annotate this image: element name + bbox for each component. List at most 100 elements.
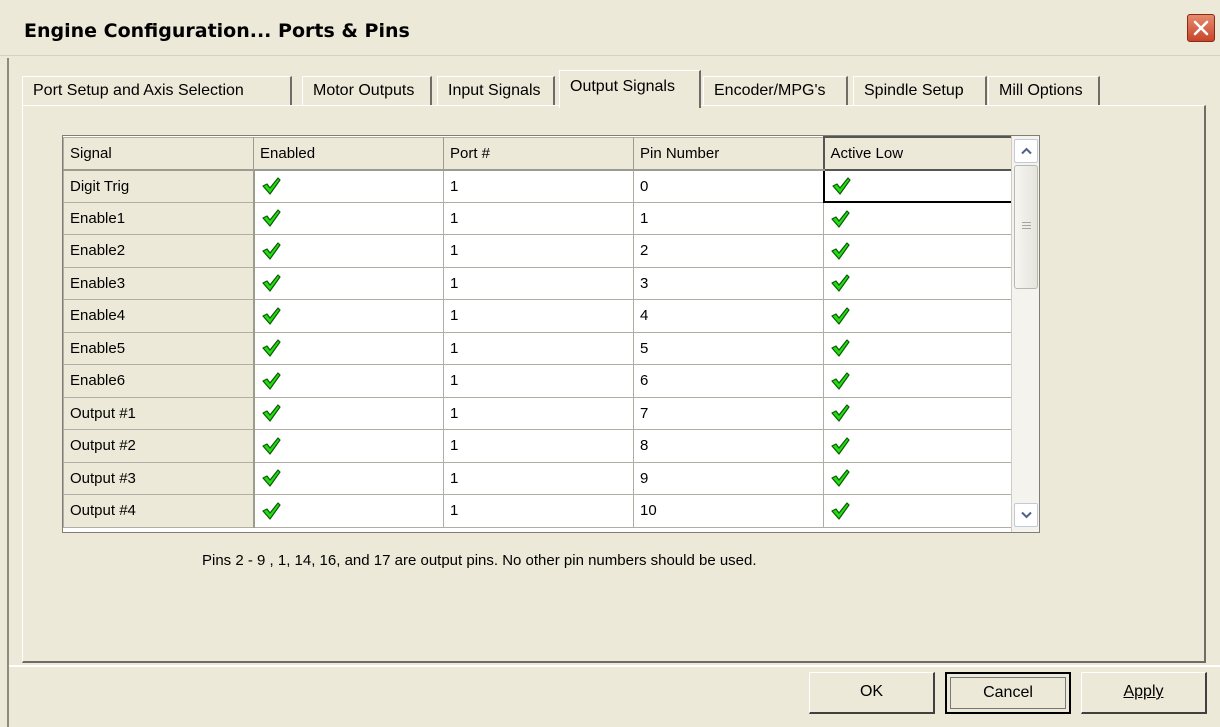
port-cell[interactable]: 1 [443, 234, 634, 268]
green-check-icon [831, 437, 850, 455]
pin-number-cell[interactable]: 6 [633, 364, 824, 398]
scroll-thumb[interactable] [1014, 165, 1038, 289]
table-row[interactable]: Output #2 1 8 [63, 429, 1012, 463]
pin-number-cell[interactable]: 10 [633, 494, 824, 528]
signal-cell[interactable]: Enable2 [63, 234, 255, 268]
pin-number-cell[interactable]: 8 [633, 429, 824, 463]
table-row[interactable]: Enable1 1 1 [63, 201, 1012, 235]
port-cell[interactable]: 1 [443, 201, 634, 235]
enabled-cell[interactable] [253, 266, 444, 300]
pin-number-cell[interactable]: 1 [633, 201, 824, 235]
enabled-cell[interactable] [253, 169, 444, 203]
column-header-signal[interactable]: Signal [63, 136, 254, 171]
signal-cell[interactable]: Digit Trig [63, 169, 255, 203]
active-low-cell[interactable] [823, 201, 1012, 235]
table-row[interactable]: Output #4 1 10 [63, 494, 1012, 528]
signal-cell[interactable]: Enable4 [63, 299, 255, 333]
green-check-icon [261, 209, 281, 227]
enabled-cell[interactable] [253, 461, 444, 495]
green-check-icon [831, 242, 850, 260]
enabled-cell[interactable] [253, 234, 444, 268]
column-header-pin-number[interactable]: Pin Number [633, 136, 824, 171]
active-low-cell[interactable] [823, 364, 1012, 398]
signal-cell[interactable]: Enable3 [63, 266, 255, 300]
green-check-icon [831, 502, 850, 520]
pin-number-cell[interactable]: 2 [633, 234, 824, 268]
signal-cell[interactable]: Enable6 [63, 364, 255, 398]
green-check-icon [261, 502, 281, 520]
window-title: Engine Configuration... Ports & Pins [24, 20, 410, 42]
pin-number-cell[interactable]: 4 [633, 299, 824, 333]
port-cell[interactable]: 1 [443, 266, 634, 300]
port-cell[interactable]: 1 [443, 494, 634, 528]
enabled-cell[interactable] [253, 201, 444, 235]
active-low-cell[interactable] [823, 331, 1012, 365]
signal-cell[interactable]: Output #2 [63, 429, 255, 463]
table-row[interactable]: Enable2 1 2 [63, 234, 1012, 268]
active-low-cell[interactable] [823, 234, 1012, 268]
active-low-cell[interactable] [823, 429, 1012, 463]
port-cell[interactable]: 1 [443, 396, 634, 430]
title-bar[interactable]: Engine Configuration... Ports & Pins [0, 0, 1220, 56]
divider [9, 665, 1220, 667]
pin-number-cell[interactable]: 7 [633, 396, 824, 430]
scroll-up-button[interactable] [1014, 139, 1038, 163]
table-row[interactable]: Output #3 1 9 [63, 461, 1012, 495]
column-header-port[interactable]: Port # [443, 136, 634, 171]
pin-number-cell[interactable]: 5 [633, 331, 824, 365]
green-check-icon [831, 177, 851, 195]
table-row[interactable]: Enable6 1 6 [63, 364, 1012, 398]
port-cell[interactable]: 1 [443, 331, 634, 365]
scroll-down-button[interactable] [1014, 503, 1038, 527]
active-low-cell[interactable] [823, 299, 1012, 333]
signal-cell[interactable]: Enable1 [63, 201, 255, 235]
port-cell[interactable]: 1 [443, 169, 634, 203]
table-row[interactable]: Output #1 1 7 [63, 396, 1012, 430]
enabled-cell[interactable] [253, 494, 444, 528]
active-low-cell[interactable] [823, 266, 1012, 300]
tab-port-setup[interactable]: Port Setup and Axis Selection [22, 76, 292, 106]
table-row[interactable]: Enable4 1 4 [63, 299, 1012, 333]
close-button[interactable] [1187, 14, 1215, 42]
port-cell[interactable]: 1 [443, 299, 634, 333]
enabled-cell[interactable] [253, 396, 444, 430]
enabled-cell[interactable] [253, 331, 444, 365]
green-check-icon [261, 177, 281, 195]
tab-mill-options[interactable]: Mill Options [988, 76, 1100, 106]
tab-encoder-mpg[interactable]: Encoder/MPG's [703, 76, 848, 106]
port-cell[interactable]: 1 [443, 364, 634, 398]
active-low-cell[interactable] [823, 396, 1012, 430]
tab-spindle-setup[interactable]: Spindle Setup [853, 76, 987, 106]
tab-motor-outputs[interactable]: Motor Outputs [302, 76, 432, 106]
enabled-cell[interactable] [253, 299, 444, 333]
active-low-cell[interactable] [822, 168, 1013, 203]
signal-cell[interactable]: Enable5 [63, 331, 255, 365]
signal-cell[interactable]: Output #1 [63, 396, 255, 430]
table-row[interactable]: Enable3 1 3 [63, 266, 1012, 300]
active-low-cell[interactable] [823, 461, 1012, 495]
cancel-button[interactable]: Cancel [945, 672, 1071, 714]
apply-button[interactable]: Apply [1081, 672, 1207, 714]
table-row[interactable]: Digit Trig 1 0 [63, 168, 1013, 203]
table-row[interactable]: Enable5 1 5 [63, 331, 1012, 365]
port-cell[interactable]: 1 [443, 429, 634, 463]
close-icon [1193, 20, 1209, 36]
enabled-cell[interactable] [253, 364, 444, 398]
port-cell[interactable]: 1 [443, 461, 634, 495]
tab-input-signals[interactable]: Input Signals [437, 76, 555, 106]
signal-cell[interactable]: Output #4 [63, 494, 255, 528]
tab-output-signals[interactable]: Output Signals [559, 70, 701, 108]
enabled-cell[interactable] [253, 429, 444, 463]
vertical-scrollbar[interactable] [1011, 136, 1039, 532]
active-low-cell[interactable] [823, 494, 1012, 528]
signal-cell[interactable]: Output #3 [63, 461, 255, 495]
pin-number-cell[interactable]: 3 [633, 266, 824, 300]
output-signals-grid[interactable]: Signal Enabled Port # Pin Number Active … [62, 135, 1040, 533]
pin-number-cell[interactable]: 0 [633, 169, 824, 203]
ok-button[interactable]: OK [809, 672, 935, 714]
green-check-icon [831, 274, 850, 292]
green-check-icon [831, 469, 850, 487]
pin-number-cell[interactable]: 9 [633, 461, 824, 495]
column-header-active-low[interactable]: Active Low [822, 136, 1013, 171]
column-header-enabled[interactable]: Enabled [253, 136, 444, 171]
